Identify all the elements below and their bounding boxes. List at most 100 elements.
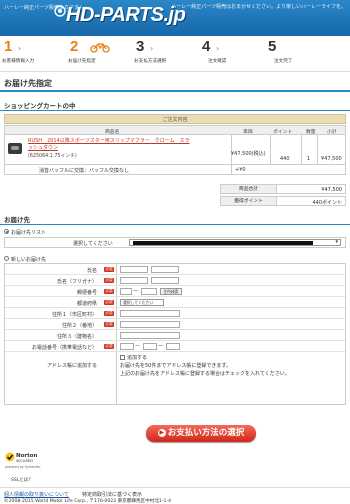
total-label: 商品合計 [221, 185, 277, 193]
item-price: ¥47,500(税込) [231, 151, 266, 157]
form-row-name: 氏名 必須 [5, 264, 345, 275]
form-row-zip: 郵便番号 必須 ー 住所検索 [5, 286, 345, 297]
radio-new-address[interactable] [4, 256, 9, 261]
form-row-addr3: 住所３（建物名） [5, 330, 345, 341]
field-label: 郵便番号 [76, 290, 97, 296]
privacy-link[interactable]: 個人情報の取り扱いについて [4, 491, 69, 498]
logo-emblem-icon [54, 5, 66, 17]
header-name: 商品名 [105, 130, 120, 135]
divider [0, 224, 350, 225]
header-qty: 数量 [306, 130, 316, 135]
address1-input[interactable] [120, 310, 180, 317]
tel-separator: ー [135, 344, 141, 350]
page-title: お届け先指定 [4, 79, 52, 88]
required-badge: 必須 [104, 289, 114, 294]
cart-option-row: 消音バッフルに交換：バッフル交換なし +¥0 [4, 165, 346, 175]
payment-method-button[interactable]: ▶ お支払い方法の選択 [146, 425, 256, 442]
chevron-right-icon: › [150, 44, 154, 53]
divider [0, 90, 350, 92]
form-row-addr1: 住所１（市区町村） 必須 [5, 308, 345, 319]
tel1-input[interactable] [120, 343, 134, 350]
step-label: お支払方法選択 [134, 59, 167, 64]
new-address-form: 氏名 必須 氏名（フリガナ） 必須 郵便番号 必須 ー 住所検索 都道府県 必須… [4, 263, 346, 405]
site-header: ハーレー純正パーツ販売＆カスタム HD-PARTS.jp ハーレー純正パーツ販売… [0, 0, 350, 36]
product-name-link[interactable]: RUSH 2014以降スポーツスター用スリップマフラー クローム スラッシュダウ… [28, 138, 193, 152]
address-search-button[interactable]: 住所検索 [160, 288, 182, 295]
option-text: 消音バッフルに交換：バッフル交換なし [39, 168, 130, 174]
new-address-label: 新しいお届け先 [11, 257, 47, 263]
required-badge: 必須 [104, 278, 114, 283]
total-value: ¥47,500 [321, 187, 342, 193]
required-badge: 必須 [104, 267, 114, 272]
header-description: ハーレー純正パーツ販売はおまかせください。より楽しいハーレーライフを。 [171, 4, 346, 10]
chevron-down-icon: ▾ [335, 239, 338, 245]
address-select-row: 選択してください ▾ [4, 237, 346, 248]
step-label: 注文確認 [208, 59, 227, 64]
radio-address-list[interactable] [4, 229, 9, 234]
first-name-input[interactable] [151, 266, 179, 273]
last-name-kana-input[interactable] [120, 277, 148, 284]
product-code: (625064:1.75インチ) [28, 154, 77, 159]
address2-input[interactable] [120, 321, 180, 328]
field-label: 住所２（番地） [61, 323, 97, 329]
motorcycle-icon [90, 43, 110, 53]
prefecture-select[interactable]: 選択してください [120, 299, 164, 306]
zip2-input[interactable] [141, 288, 157, 295]
tel2-input[interactable] [143, 343, 157, 350]
step-number: 3 [136, 38, 145, 55]
field-label: アドレス帳に追加する [46, 363, 97, 369]
step-label: お客様情報入力 [2, 59, 35, 64]
first-name-kana-input[interactable] [151, 277, 179, 284]
last-name-input[interactable] [120, 266, 148, 273]
divider [0, 487, 350, 488]
field-label: 氏名（フリガナ） [56, 279, 97, 285]
points-label: 獲得ポイント [221, 197, 277, 205]
field-label: 住所１（市区町村） [51, 312, 97, 318]
addbook-note-1: お届け先を50件までアドレス帳に登録できます。 [120, 363, 231, 369]
ssl-link[interactable]: SSLとは？ [11, 477, 33, 483]
address-select[interactable]: ▾ [129, 239, 341, 246]
chevron-right-icon: › [216, 44, 220, 53]
step-1: 1 › お客様情報入力 [0, 38, 66, 68]
norton-secured: SECURED [16, 459, 33, 463]
addbook-checkbox[interactable] [120, 355, 125, 360]
law-link[interactable]: 特定商取引法に基づく表示 [82, 491, 142, 498]
tel3-input[interactable] [166, 343, 180, 350]
step-2: 2 お届け先指定 [66, 38, 132, 68]
addbook-check-label: 追加する [127, 355, 148, 361]
divider [0, 71, 350, 72]
points-value: 440ポイント [312, 200, 342, 206]
norton-seal[interactable]: Norton SECURED powered by Symantec [5, 452, 41, 474]
checkout-steps: 1 › お客様情報入力 2 お届け先指定 3 › お支払方法選択 4 › 注文確… [0, 38, 350, 68]
norton-powered: powered by Symantec [5, 465, 41, 469]
step-label: お届け先指定 [68, 59, 96, 64]
form-row-addbook: アドレス帳に追加する 追加する お届け先を50件までアドレス帳に登録できます。 … [5, 352, 345, 380]
step-number: 1 [4, 38, 13, 55]
product-thumbnail[interactable] [8, 143, 22, 154]
item-qty: 1 [307, 156, 311, 162]
zip1-input[interactable] [120, 288, 132, 295]
step-3: 3 › お支払方法選択 [132, 38, 198, 68]
address3-input[interactable] [120, 332, 180, 339]
option-price: +¥0 [235, 167, 246, 173]
site-logo[interactable]: HD-PARTS.jp [66, 4, 186, 27]
field-label: 都道府県 [76, 301, 97, 307]
tel-separator: ー [158, 344, 164, 350]
required-badge: 必須 [104, 311, 114, 316]
points-row: 獲得ポイント 440ポイント [220, 196, 346, 206]
arrow-right-icon: ▶ [157, 429, 166, 437]
form-row-pref: 都道府県 必須 選択してください [5, 297, 345, 308]
divider [0, 110, 350, 111]
pay-button-label: お支払い方法の選択 [167, 428, 245, 438]
copyright: ©2008-2015 World Motor Life Corp., 〒176-… [4, 499, 171, 504]
required-badge: 必須 [104, 344, 114, 349]
cart-section-title: ショッピングカートの中 [4, 102, 76, 110]
header-price: 単価 [243, 130, 253, 135]
delivery-section-title: お届け先 [4, 216, 30, 224]
step-4: 4 › 注文確認 [198, 38, 264, 68]
step-label: 注文完了 [274, 59, 293, 64]
required-badge: 必須 [104, 322, 114, 327]
cart-caption: ご注文内容 [4, 114, 346, 124]
item-point: 440 [280, 156, 290, 162]
form-row-kana: 氏名（フリガナ） 必須 [5, 275, 345, 286]
